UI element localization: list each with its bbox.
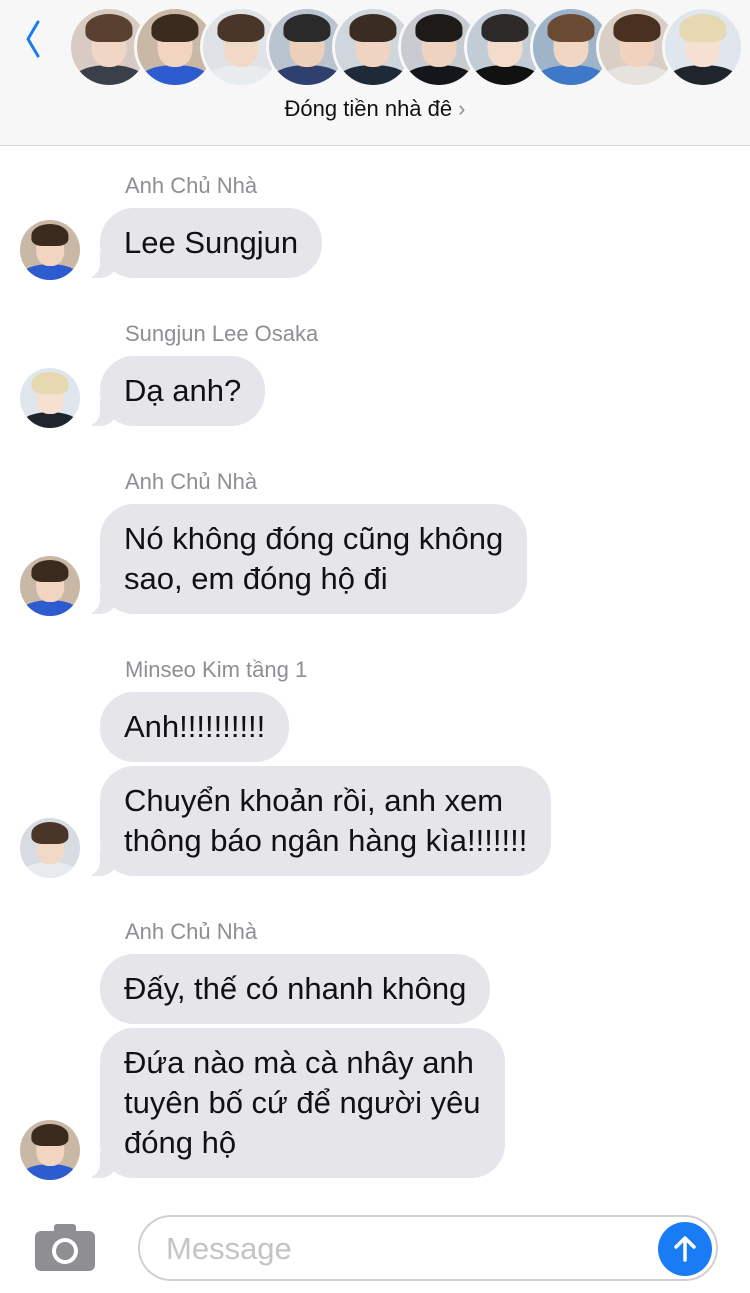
send-button[interactable] bbox=[658, 1222, 712, 1276]
group-member-avatar bbox=[662, 6, 744, 88]
chevron-right-icon: › bbox=[458, 96, 466, 121]
sender-name: Anh Chủ Nhà bbox=[125, 469, 258, 494]
sender-name: Anh Chủ Nhà bbox=[125, 173, 258, 198]
message-bubble[interactable]: Dạ anh? bbox=[77, 356, 266, 426]
send-arrow-icon bbox=[674, 1236, 696, 1262]
message-input-container[interactable] bbox=[138, 1215, 718, 1281]
camera-icon bbox=[35, 1224, 95, 1271]
sender-name: Sungjun Lee Osaka bbox=[125, 321, 319, 346]
avatar[interactable] bbox=[20, 556, 80, 616]
avatar[interactable] bbox=[20, 1120, 80, 1180]
group-name: Đóng tiền nhà đê bbox=[284, 96, 453, 121]
back-button[interactable] bbox=[18, 14, 48, 64]
message-bubble[interactable]: Anh!!!!!!!!!! bbox=[100, 692, 290, 762]
conversation-header: Đóng tiền nhà đê › bbox=[0, 0, 750, 146]
avatar[interactable] bbox=[20, 368, 80, 428]
sender-name: Minseo Kim tầng 1 bbox=[125, 657, 308, 682]
message-bubble[interactable]: Chuyển khoản rồi, anh xem thông báo ngân… bbox=[77, 766, 552, 876]
message-bubble[interactable]: Lee Sungjun bbox=[77, 208, 323, 278]
message-bubble[interactable]: Đứa nào mà cà nhây anh tuyên bố cứ để ng… bbox=[78, 1028, 505, 1178]
message-bubble[interactable]: Đấy, thế có nhanh không bbox=[100, 954, 491, 1024]
chevron-left-icon bbox=[26, 20, 40, 58]
group-title[interactable]: Đóng tiền nhà đê › bbox=[0, 96, 750, 122]
sender-name: Anh Chủ Nhà bbox=[125, 919, 258, 944]
camera-button[interactable] bbox=[34, 1222, 96, 1272]
message-bubble[interactable]: Nó không đóng cũng không sao, em đóng hộ… bbox=[77, 504, 528, 614]
avatar[interactable] bbox=[20, 220, 80, 280]
message-input[interactable] bbox=[166, 1227, 646, 1271]
avatar[interactable] bbox=[20, 818, 80, 878]
